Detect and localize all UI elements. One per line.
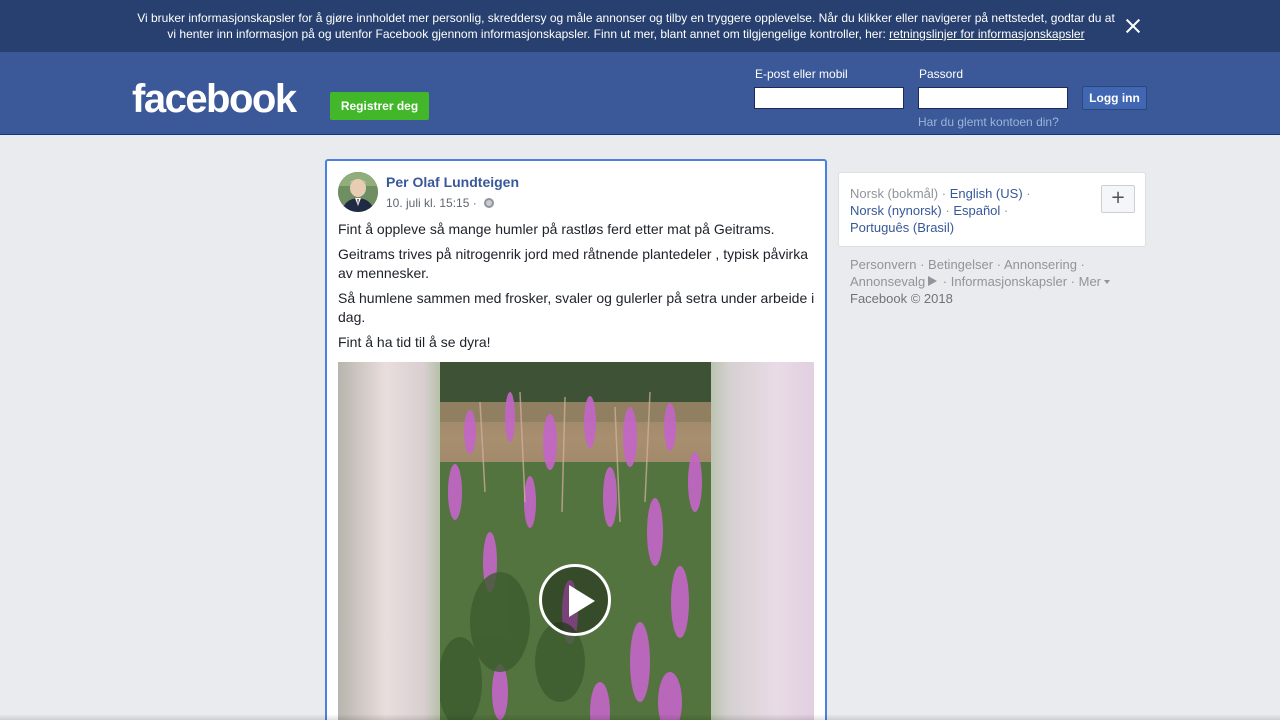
current-language: Norsk (bokmål): [850, 186, 939, 201]
top-header: facebook Registrer deg E-post eller mobi…: [0, 52, 1280, 135]
footer-link-advertising[interactable]: Annonsering: [1004, 257, 1077, 272]
post-video[interactable]: [338, 362, 814, 720]
play-button[interactable]: [539, 564, 611, 636]
meta-separator: ·: [469, 196, 481, 210]
language-espanol[interactable]: Español: [953, 203, 1000, 218]
cookie-text-line1: Vi bruker informasjonskapsler for å gjør…: [137, 11, 1115, 25]
avatar[interactable]: [338, 172, 378, 212]
post-paragraph: Geitrams trives på nitrogenrik jord med …: [338, 246, 808, 281]
facebook-logo[interactable]: facebook: [132, 76, 297, 122]
post-paragraph: Så humlene sammen med frosker, svaler og…: [338, 290, 815, 325]
bottom-shade: [0, 714, 1280, 720]
post-body: Fint å oppleve så mange humler på rastlø…: [338, 220, 816, 358]
add-language-button[interactable]: +: [1101, 185, 1135, 213]
footer-link-privacy[interactable]: Personvern: [850, 257, 916, 272]
cookie-policy-link[interactable]: retningslinjer for informasjonskapsler: [889, 27, 1084, 41]
footer-links: Personvern · Betingelser · Annonsering ·…: [850, 256, 1140, 307]
post-card: Per Olaf Lundteigen 10. juli kl. 15:15 ·…: [325, 159, 827, 720]
globe-icon[interactable]: [484, 198, 495, 208]
cookie-banner-text: Vi bruker informasjonskapsler for å gjør…: [130, 10, 1122, 42]
email-input[interactable]: [754, 87, 904, 109]
post-paragraph: Fint å oppleve så mange humler på rastlø…: [338, 221, 775, 237]
footer-link-ad-choices[interactable]: Annonsevalg: [850, 274, 925, 289]
forgot-account-link[interactable]: Har du glemt kontoen din?: [918, 115, 1059, 129]
login-button[interactable]: Logg inn: [1082, 86, 1147, 110]
footer-link-cookies[interactable]: Informasjonskapsler: [951, 274, 1067, 289]
post-paragraph: Fint å ha tid til å se dyra!: [338, 334, 491, 350]
copyright: Facebook © 2018: [850, 291, 953, 306]
footer-link-more[interactable]: Mer: [1079, 274, 1101, 289]
close-icon[interactable]: [1121, 14, 1145, 38]
chevron-down-icon[interactable]: [1104, 280, 1111, 284]
password-label: Passord: [919, 67, 964, 81]
password-input[interactable]: [918, 87, 1068, 109]
register-button[interactable]: Registrer deg: [330, 92, 429, 120]
language-list: Norsk (bokmål) · English (US) · Norsk (n…: [850, 186, 1031, 235]
language-selector: Norsk (bokmål) · English (US) · Norsk (n…: [838, 172, 1146, 247]
cookie-banner: Vi bruker informasjonskapsler for å gjør…: [0, 0, 1280, 52]
language-english-us[interactable]: English (US): [950, 186, 1023, 201]
avatar-image: [338, 172, 378, 212]
adchoices-icon: [928, 276, 938, 286]
cookie-text-line2: vi henter inn informasjon på og utenfor …: [167, 27, 886, 41]
email-label: E-post eller mobil: [755, 67, 848, 81]
language-nynorsk[interactable]: Norsk (nynorsk): [850, 203, 942, 218]
video-frame: [440, 362, 711, 720]
post-meta: 10. juli kl. 15:15 ·: [386, 196, 495, 210]
play-icon: [569, 585, 595, 617]
fireweed-scene: [440, 362, 711, 720]
post-timestamp[interactable]: 10. juli kl. 15:15: [386, 196, 469, 210]
language-portugues[interactable]: Português (Brasil): [850, 220, 954, 235]
post-author-name[interactable]: Per Olaf Lundteigen: [386, 174, 519, 190]
footer-link-terms[interactable]: Betingelser: [928, 257, 993, 272]
